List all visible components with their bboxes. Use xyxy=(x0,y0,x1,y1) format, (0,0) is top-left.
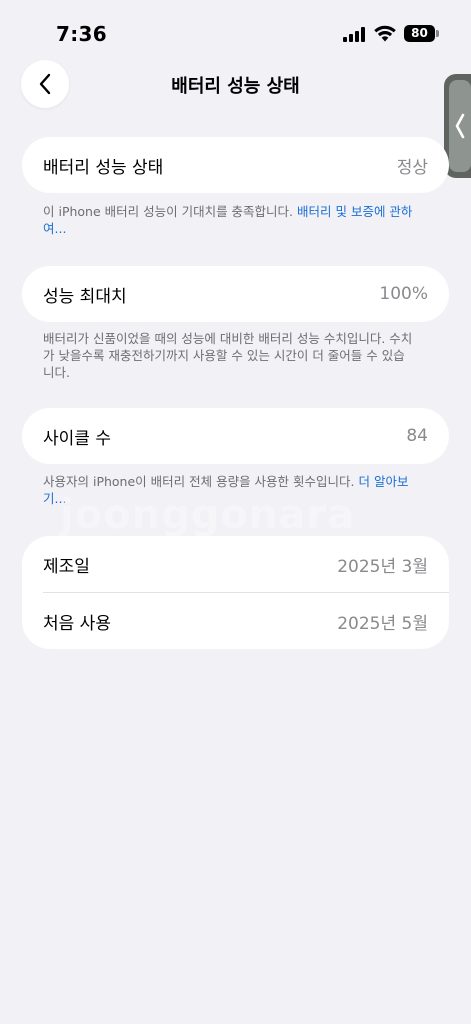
manufacture-date-label: 제조일 xyxy=(43,556,90,577)
side-handle-inner xyxy=(449,80,471,172)
battery-health-row: 배터리 성능 상태 정상 xyxy=(22,137,449,193)
battery-health-label: 배터리 성능 상태 xyxy=(43,157,164,178)
status-bar: 7:36 80 xyxy=(0,0,471,60)
cycle-count-value: 84 xyxy=(406,426,428,446)
first-use-value: 2025년 5월 xyxy=(337,613,428,634)
manufacture-date-row: 제조일 2025년 3월 xyxy=(22,536,449,592)
max-capacity-label: 성능 최대치 xyxy=(43,286,127,307)
page-title: 배터리 성능 상태 xyxy=(171,76,300,97)
battery-health-card: 배터리 성능 상태 정상 xyxy=(22,137,449,193)
cycle-count-label: 사이클 수 xyxy=(43,428,111,449)
first-use-label: 처음 사용 xyxy=(43,613,111,634)
cycle-count-footnote-text: 사용자의 iPhone이 배터리 전체 용량을 사용한 횟수입니다. xyxy=(43,474,359,489)
wifi-icon xyxy=(374,25,396,42)
battery-health-footnote: 이 iPhone 배터리 성능이 기대치를 충족합니다. 배터리 및 보증에 관… xyxy=(43,203,413,237)
battery-health-value: 정상 xyxy=(396,157,428,178)
battery-icon: 80 xyxy=(404,25,435,42)
manufacture-date-value: 2025년 3월 xyxy=(337,556,428,577)
max-capacity-row: 성능 최대치 100% xyxy=(22,266,449,322)
battery-health-screen: 7:36 80 배터리 성능 상태 배터리 성능 상태 정상 이 iPhone … xyxy=(0,0,471,1024)
first-use-row: 처음 사용 2025년 5월 xyxy=(22,593,449,649)
cellular-signal-icon xyxy=(343,27,367,42)
max-capacity-card: 성능 최대치 100% xyxy=(22,266,449,322)
battery-cap xyxy=(436,30,439,37)
cycle-count-row: 사이클 수 84 xyxy=(22,408,449,464)
cycle-count-footnote: 사용자의 iPhone이 배터리 전체 용량을 사용한 횟수입니다. 더 알아보… xyxy=(43,473,413,507)
max-capacity-value: 100% xyxy=(379,284,428,304)
cycle-count-card: 사이클 수 84 xyxy=(22,408,449,464)
chevron-left-icon xyxy=(455,113,465,139)
dates-card: 제조일 2025년 3월 처음 사용 2025년 5월 xyxy=(22,536,449,649)
max-capacity-footnote: 배터리가 신품이었을 때의 성능에 대비한 배터리 성능 수치입니다. 수치가 … xyxy=(43,331,413,380)
status-time: 7:36 xyxy=(56,22,107,46)
battery-health-footnote-text: 이 iPhone 배터리 성능이 기대치를 충족합니다. xyxy=(43,204,298,219)
